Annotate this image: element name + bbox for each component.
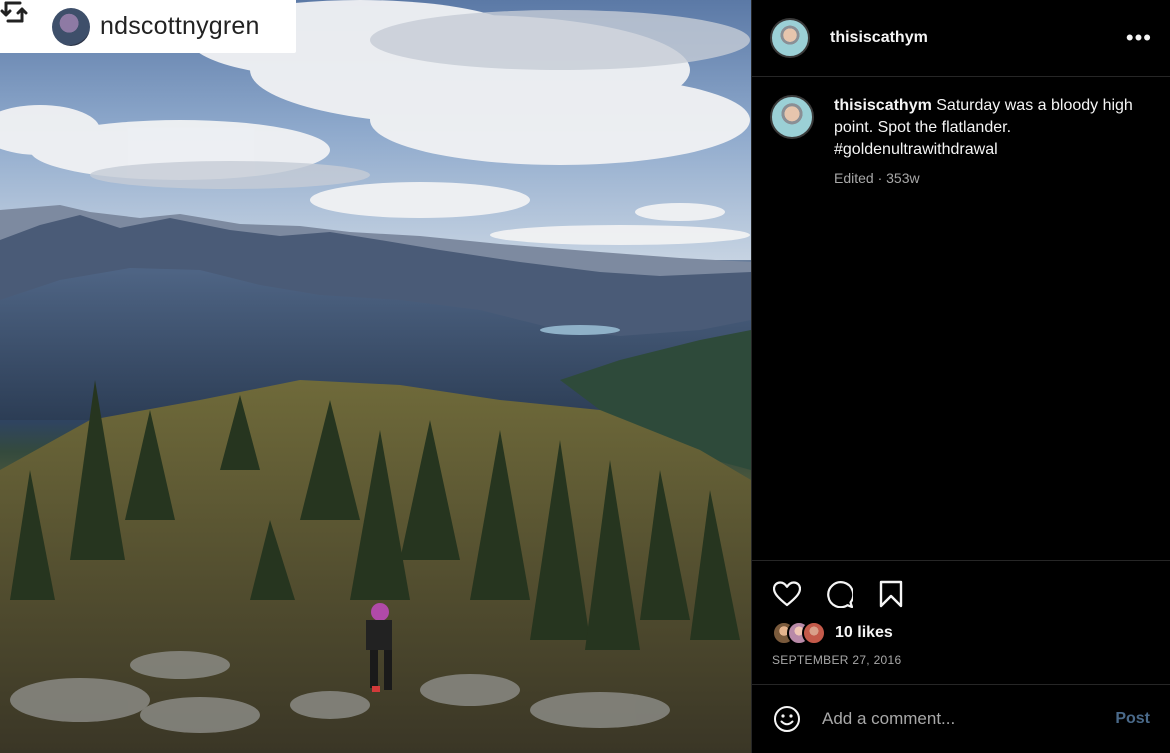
post-header: thisiscathym ••• <box>752 0 1170 77</box>
comment-bar: Post <box>752 684 1170 753</box>
post-comment-button[interactable]: Post <box>1115 710 1150 728</box>
caption: thisiscathym Saturday was a bloody high … <box>752 77 1170 186</box>
post-username[interactable]: thisiscathym <box>830 29 928 47</box>
repost-badge[interactable]: ndscottnygren <box>0 0 296 53</box>
emoji-icon[interactable] <box>772 704 802 734</box>
comment-bubble-icon[interactable] <box>824 579 854 609</box>
post-side-panel: thisiscathym ••• thisiscathym Saturday w… <box>751 0 1170 753</box>
post-meta: Edited · 353w <box>834 170 920 186</box>
comment-input[interactable] <box>822 709 1116 729</box>
landscape-image <box>0 0 751 753</box>
action-row <box>752 561 1170 627</box>
caption-avatar[interactable] <box>770 95 814 139</box>
actions-area: 10 likes SEPTEMBER 27, 2016 <box>752 560 1170 667</box>
post-date[interactable]: SEPTEMBER 27, 2016 <box>752 645 1170 667</box>
bookmark-icon[interactable] <box>876 579 906 609</box>
caption-username[interactable]: thisiscathym <box>834 97 932 114</box>
likes-row: 10 likes <box>752 621 1170 645</box>
liker-avatar <box>802 621 826 645</box>
repost-username[interactable]: ndscottnygren <box>100 12 260 41</box>
avatar[interactable] <box>770 18 810 58</box>
repost-icon <box>0 1 42 42</box>
liker-avatars[interactable] <box>772 621 826 645</box>
heart-icon[interactable] <box>772 579 802 609</box>
post-photo[interactable]: ndscottnygren <box>0 0 751 753</box>
caption-text: thisiscathym Saturday was a bloody high … <box>834 95 1134 161</box>
likes-count[interactable]: 10 likes <box>835 624 893 642</box>
more-options-icon[interactable]: ••• <box>1126 25 1152 51</box>
repost-avatar[interactable] <box>52 7 90 46</box>
